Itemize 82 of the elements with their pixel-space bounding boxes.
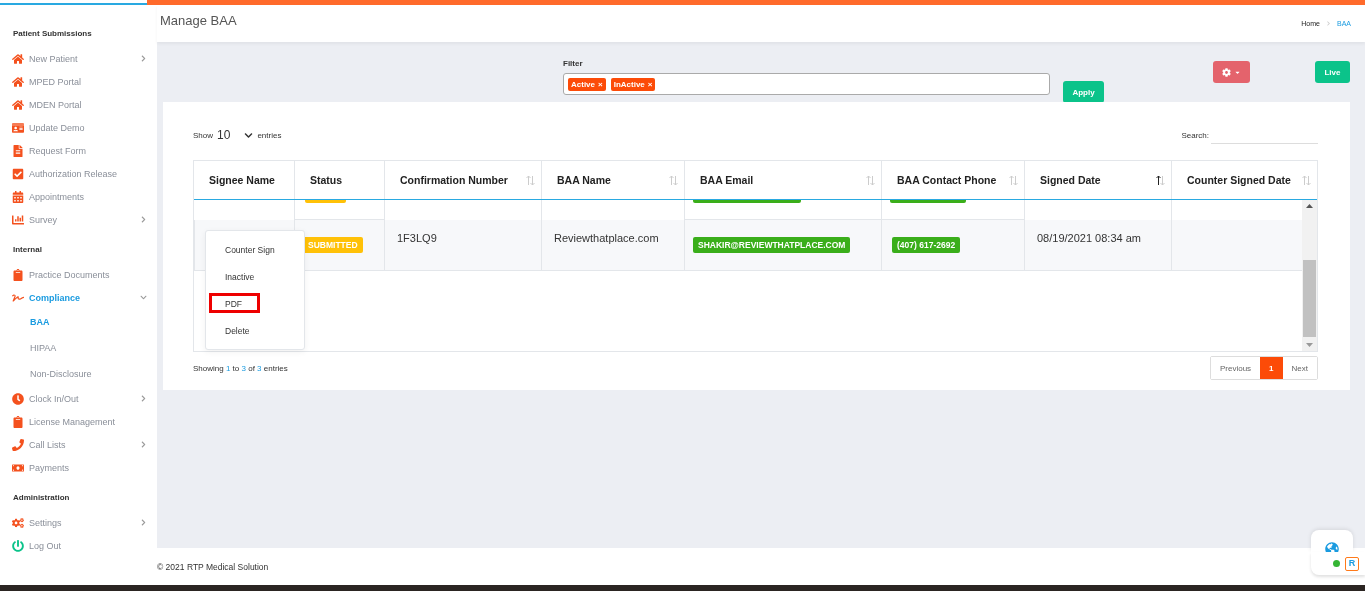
page-size-select[interactable]: 10 — [217, 128, 254, 142]
clipboard-icon — [12, 415, 24, 428]
entries-label: entries — [257, 130, 282, 140]
sidebar-item[interactable]: Log Out — [0, 534, 157, 557]
checkbox-icon — [12, 167, 24, 180]
clock-icon — [12, 392, 24, 405]
document-icon — [12, 144, 24, 157]
column-header[interactable]: BAA Contact Phone — [881, 161, 1024, 199]
sidebar-item[interactable]: New Patient — [0, 47, 157, 70]
up-arrow-icon — [1306, 204, 1313, 208]
filter-tag: Active × — [568, 77, 606, 91]
chevron-icon — [1326, 21, 1331, 26]
table-cell: 1F3LQ9 — [384, 220, 541, 271]
phone-icon — [12, 438, 24, 451]
table-info: Showing 1 to 3 of 3 entries — [193, 363, 288, 373]
column-header[interactable]: Status — [294, 161, 384, 199]
submenu-item[interactable]: BAA — [0, 309, 157, 335]
remove-tag-button[interactable]: × — [598, 79, 603, 89]
copyright-text: © 2021 RTP Medical Solution — [157, 561, 269, 572]
live-button[interactable]: Live — [1315, 61, 1350, 83]
menu-item[interactable]: Counter Sign — [209, 239, 304, 259]
bar-chart-icon — [12, 213, 24, 226]
phone-badge: (407) 617-2692 — [892, 237, 961, 253]
sidebar-item[interactable]: Clock In/Out — [0, 387, 157, 410]
search-label: Search: — [1181, 130, 1209, 140]
filter-tag: InActive × — [610, 77, 656, 91]
filter-label: Filter — [563, 59, 584, 70]
page-title: Manage BAA — [160, 12, 238, 28]
sidebar-item[interactable]: Compliance — [0, 286, 157, 309]
sidebar-item[interactable]: Survey — [0, 208, 157, 231]
column-header[interactable]: Confirmation Number — [384, 161, 541, 199]
banknote-icon — [12, 461, 24, 474]
clipboard-icon — [12, 268, 24, 281]
settings-icon — [12, 516, 24, 529]
sidebar-item[interactable]: Settings — [0, 511, 157, 534]
column-header[interactable]: Signed Date — [1024, 161, 1171, 199]
logo: R — [1345, 556, 1359, 571]
menu-item[interactable]: PDF — [209, 293, 260, 313]
column-header[interactable]: Counter Signed Date — [1171, 161, 1317, 199]
table-cell: Reviewthatplace.com — [541, 220, 684, 271]
submenu-item[interactable]: Non-Disclosure — [0, 361, 157, 387]
submenu-item[interactable]: HIPAA — [0, 335, 157, 361]
email-badge: SHAKIR@REVIEWTHATPLACE.COM — [693, 237, 851, 253]
table-cell: 08/19/2021 08:34 am — [1024, 220, 1171, 271]
sidebar-item[interactable]: Appointments — [0, 185, 157, 208]
section-title: Internal — [12, 245, 43, 256]
power-icon — [12, 539, 24, 552]
section-title: Administration — [12, 493, 71, 504]
scrollbar[interactable] — [1302, 200, 1317, 351]
sidebar-item[interactable]: Request Form — [0, 139, 157, 162]
house-icon — [12, 98, 24, 111]
settings-dropdown-button[interactable] — [1213, 61, 1250, 83]
chevron-icon — [244, 130, 254, 140]
badge-edge — [305, 200, 347, 203]
status-badge: SUBMITTED — [303, 237, 363, 253]
sidebar-item[interactable]: Practice Documents — [0, 263, 157, 286]
sidebar-item[interactable]: Payments — [0, 456, 157, 479]
sidebar-item[interactable]: Update Demo — [0, 116, 157, 139]
sidebar-item[interactable]: MPED Portal — [0, 70, 157, 93]
house-icon — [12, 52, 24, 65]
id-card-icon — [12, 121, 24, 134]
chat-widget[interactable] — [1311, 530, 1353, 552]
sort-icon[interactable] — [1156, 174, 1165, 186]
section-title: Patient Submissions — [12, 29, 93, 40]
sidebar-item[interactable]: License Management — [0, 410, 157, 433]
show-label: Show — [193, 130, 213, 140]
remove-tag-button[interactable]: × — [647, 79, 653, 89]
gear-icon — [1222, 67, 1231, 77]
sidebar-item[interactable]: Call Lists — [0, 433, 157, 456]
menu-item[interactable]: Delete — [209, 320, 304, 340]
sidebar-item[interactable]: Authorization Release — [0, 162, 157, 185]
column-header[interactable]: BAA Email — [684, 161, 881, 199]
menu-item[interactable]: Inactive — [209, 266, 304, 286]
calendar-icon — [12, 190, 24, 203]
filter-field[interactable]: Active × InActive × — [563, 73, 1050, 95]
column-header[interactable]: BAA Name — [541, 161, 684, 199]
sidebar-item[interactable]: MDEN Portal — [0, 93, 157, 116]
apply-button[interactable]: Apply — [1063, 81, 1104, 103]
column-header[interactable]: Signee Name — [194, 161, 294, 199]
house-icon — [12, 75, 24, 88]
down-arrow-icon — [1306, 343, 1313, 347]
pagination-button[interactable]: 1 — [1260, 357, 1283, 379]
